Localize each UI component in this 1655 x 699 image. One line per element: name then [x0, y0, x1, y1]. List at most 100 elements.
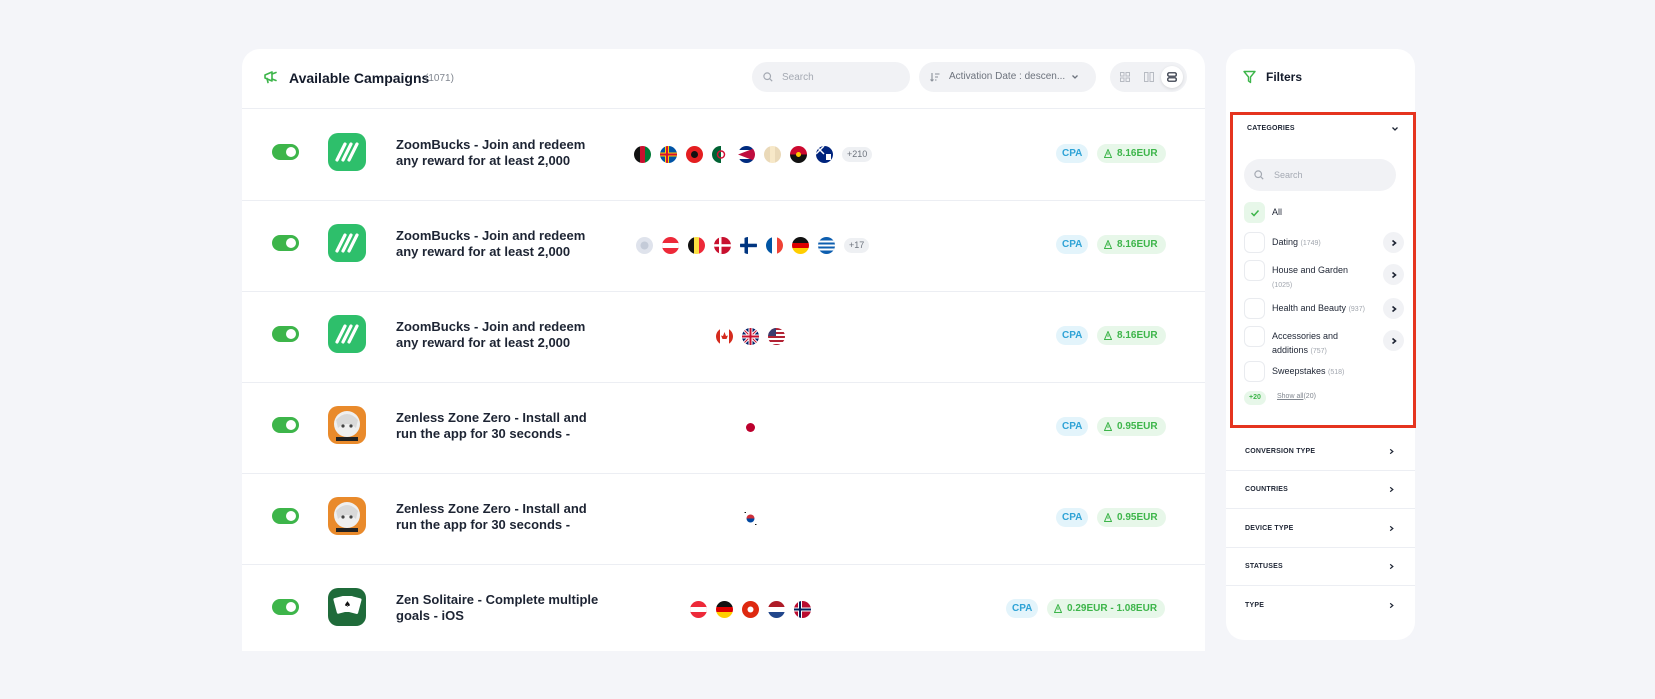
category-checkbox[interactable] [1244, 202, 1265, 223]
campaign-toggle[interactable] [272, 417, 299, 433]
flag-united-kingdom-icon [742, 327, 759, 345]
payout-amount: 0.29EUR - 1.08EUR [1067, 603, 1158, 614]
search-icon [1254, 170, 1264, 180]
campaign-search[interactable] [752, 62, 910, 92]
filter-section-type[interactable]: TYPE [1226, 587, 1415, 625]
campaign-title[interactable]: Zen Solitaire - Complete multiple goals … [396, 592, 606, 624]
section-label: TYPE [1245, 602, 1265, 609]
country-flags: +17 [636, 236, 870, 254]
category-checkbox[interactable] [1244, 298, 1265, 319]
filters-title: Filters [1266, 70, 1303, 84]
expand-category-button[interactable] [1383, 298, 1404, 319]
campaign-title[interactable]: ZoomBucks - Join and redeem any reward f… [396, 319, 606, 351]
section-label: DEVICE TYPE [1245, 525, 1294, 532]
show-all-link[interactable]: Show all(20) [1277, 393, 1316, 400]
campaign-title[interactable]: Zenless Zone Zero - Install and run the … [396, 501, 606, 533]
campaigns-panel: Available Campaigns (1071) Activation Da… [242, 49, 1205, 651]
campaign-title[interactable]: ZoomBucks - Join and redeem any reward f… [396, 137, 606, 169]
campaign-row[interactable]: ZoomBucks - Join and redeem any reward f… [242, 201, 1205, 292]
payout-icon [1104, 331, 1112, 340]
payout-amount: 8.16EUR [1117, 148, 1158, 159]
conversion-type-badge: CPA [1056, 235, 1089, 254]
category-item-all[interactable]: All [1244, 202, 1396, 223]
expand-category-button[interactable] [1383, 232, 1404, 253]
category-item-accessories-and-additions[interactable]: Accessories and additions (757) [1244, 326, 1404, 355]
filters-panel: Filters CATEGORIES All Dating (1749) Hou… [1226, 49, 1416, 640]
payout-icon [1054, 604, 1062, 613]
filter-section-countries[interactable]: COUNTRIES [1226, 471, 1415, 509]
category-checkbox[interactable] [1244, 361, 1265, 382]
category-item-health-and-beauty[interactable]: Health and Beauty (937) [1244, 298, 1404, 319]
search-input[interactable] [782, 62, 902, 92]
filter-section-conversion-type[interactable]: CONVERSION TYPE [1226, 433, 1415, 471]
category-item-sweepstakes[interactable]: Sweepstakes (518) [1244, 361, 1396, 382]
flag-germany-icon [792, 236, 809, 254]
campaign-toggle[interactable] [272, 326, 299, 342]
sort-dropdown[interactable]: Activation Date : descen... [919, 62, 1096, 92]
flag-anguilla-icon [816, 145, 833, 163]
campaign-row[interactable]: Zenless Zone Zero - Install and run the … [242, 474, 1205, 565]
category-label: All [1272, 207, 1283, 217]
category-item-house-and-garden[interactable]: House and Garden (1025) [1244, 260, 1404, 289]
flag-austria-icon [662, 236, 679, 254]
category-item-dating[interactable]: Dating (1749) [1244, 232, 1404, 253]
more-countries-badge[interactable]: +210 [842, 146, 873, 162]
list-icon [1167, 72, 1177, 82]
campaign-row[interactable]: ZoomBucks - Join and redeem any reward f… [242, 292, 1205, 383]
category-label: House and Garden (1025) [1272, 265, 1349, 289]
campaign-count: (1071) [425, 73, 454, 84]
campaign-row[interactable]: ♠ Zen Solitaire - Complete multiple goal… [242, 565, 1205, 651]
category-count: (1025) [1272, 282, 1293, 289]
category-checkbox[interactable] [1244, 260, 1265, 281]
sort-icon [930, 73, 940, 82]
checkmark-icon [1250, 209, 1260, 217]
campaign-toggle[interactable] [272, 508, 299, 524]
section-label: COUNTRIES [1245, 486, 1289, 493]
search-icon [763, 72, 773, 82]
category-count: (937) [1348, 306, 1365, 313]
payout-icon [1104, 422, 1112, 431]
campaigns-header: Available Campaigns (1071) Activation Da… [242, 49, 1205, 109]
chevron-right-icon [1391, 337, 1397, 344]
category-search-input[interactable] [1274, 159, 1389, 191]
country-flags [716, 327, 785, 345]
categories-header[interactable]: CATEGORIES [1247, 125, 1295, 132]
grid-view-button[interactable] [1114, 66, 1136, 88]
campaign-toggle[interactable] [272, 144, 299, 160]
chevron-down-icon[interactable] [1391, 125, 1399, 133]
zenless-zone-zero-logo [328, 497, 366, 535]
payout-badge: 8.16EUR [1097, 144, 1166, 163]
svg-text:♠: ♠ [344, 600, 351, 609]
campaign-toggle[interactable] [272, 235, 299, 251]
conversion-type-badge: CPA [1056, 144, 1089, 163]
category-label: Dating (1749) [1272, 237, 1321, 247]
campaign-row[interactable]: ZoomBucks - Join and redeem any reward f… [242, 110, 1205, 201]
more-countries-badge[interactable]: +17 [844, 237, 870, 253]
category-label: Health and Beauty (937) [1272, 303, 1365, 313]
columns-view-button[interactable] [1138, 66, 1160, 88]
flag-japan-icon [742, 418, 759, 436]
category-search[interactable] [1244, 159, 1396, 191]
list-view-button[interactable] [1161, 66, 1183, 88]
expand-category-button[interactable] [1383, 264, 1404, 285]
filter-section-device-type[interactable]: DEVICE TYPE [1226, 510, 1415, 548]
flag-canada-icon [716, 327, 733, 345]
zoombucks-logo [328, 224, 366, 262]
campaign-row[interactable]: Zenless Zone Zero - Install and run the … [242, 383, 1205, 474]
filter-section-statuses[interactable]: STATUSES [1226, 548, 1415, 586]
view-switcher [1110, 62, 1187, 92]
chevron-right-icon [1389, 563, 1394, 570]
flag-denmark-icon [714, 236, 731, 254]
flag-finland-icon [740, 236, 757, 254]
category-checkbox[interactable] [1244, 326, 1265, 347]
flag-globe-icon [636, 236, 653, 254]
zenless-zone-zero-logo [328, 406, 366, 444]
category-checkbox[interactable] [1244, 232, 1265, 253]
expand-category-button[interactable] [1383, 330, 1404, 351]
country-flags [690, 600, 811, 618]
flag-hong-kong-icon [742, 600, 759, 618]
campaign-title[interactable]: ZoomBucks - Join and redeem any reward f… [396, 228, 606, 260]
payout-amount: 0.95EUR [1117, 421, 1158, 432]
campaign-toggle[interactable] [272, 599, 299, 615]
campaign-title[interactable]: Zenless Zone Zero - Install and run the … [396, 410, 606, 442]
